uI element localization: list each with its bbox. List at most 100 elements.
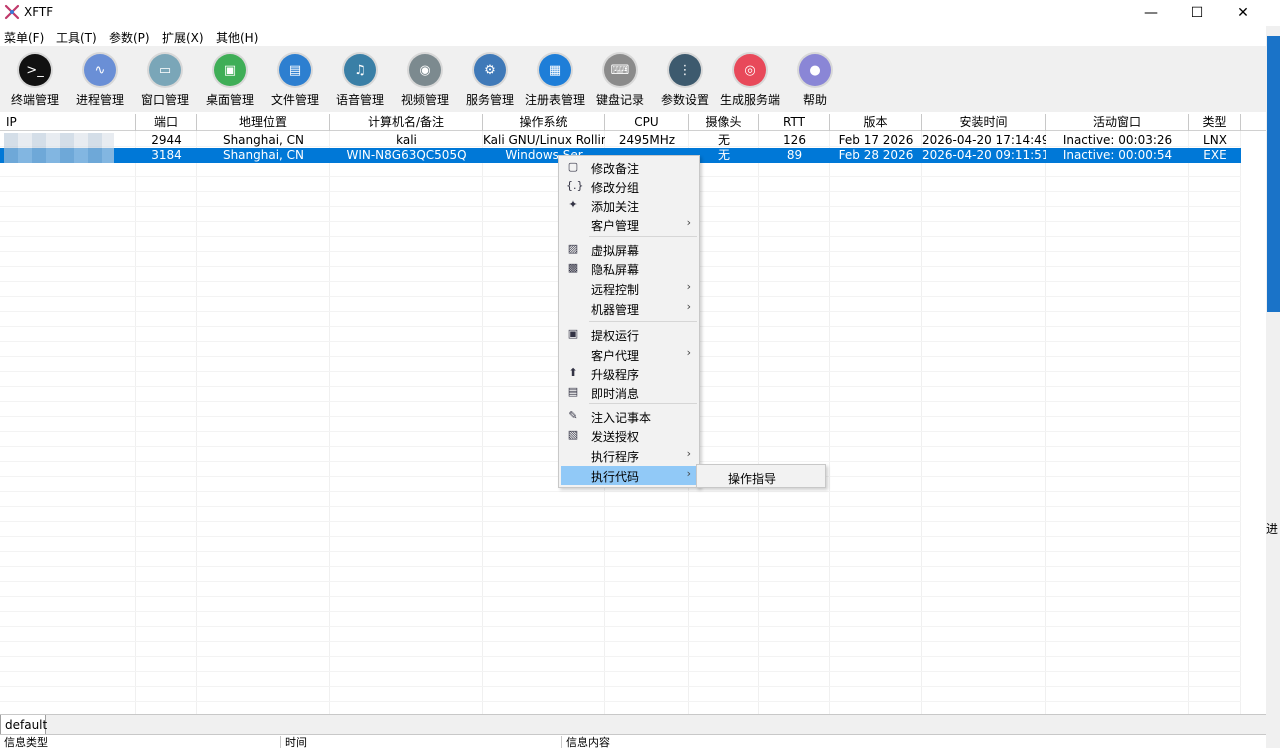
toolbar-button-0[interactable]: >_ 终端管理 bbox=[2, 46, 68, 112]
context-menu-item[interactable]: 客户代理 › bbox=[561, 345, 699, 364]
grid-line bbox=[0, 641, 1241, 642]
cell-name: WIN-N8G63QC505Q bbox=[346, 148, 467, 162]
context-menu-label: 添加关注 bbox=[591, 200, 640, 214]
context-menu-item[interactable]: ▨ 虚拟屏幕 bbox=[561, 240, 699, 259]
toolbar-button-11[interactable]: ◎ 生成服务端 bbox=[717, 46, 783, 112]
context-menu-label: 提权运行 bbox=[591, 329, 640, 343]
toolbar-button-2[interactable]: ▭ 窗口管理 bbox=[132, 46, 198, 112]
grid-line bbox=[0, 581, 1241, 582]
tab-default[interactable]: default bbox=[0, 715, 47, 735]
context-menu-label: 修改备注 bbox=[591, 162, 640, 176]
toolbar-button-3[interactable]: ▣ 桌面管理 bbox=[197, 46, 263, 112]
status-col-content[interactable]: 信息内容 bbox=[561, 736, 610, 748]
header-col-install[interactable]: 安装时间 bbox=[922, 114, 1046, 131]
context-menu-label: 虚拟屏幕 bbox=[591, 244, 640, 258]
header-col-cpu[interactable]: CPU bbox=[605, 114, 689, 131]
privacy-screen-icon: ▩ bbox=[567, 261, 579, 274]
toolbar-icon-11: ◎ bbox=[734, 54, 766, 86]
grid-line bbox=[0, 611, 1241, 612]
context-menu-label: 升级程序 bbox=[591, 368, 640, 382]
menu-params[interactable]: 参数(P) bbox=[109, 29, 150, 46]
toolbar: >_ 终端管理 ∿ 进程管理 ▭ 窗口管理 ▣ 桌面管理 ▤ 文件管理 ♫ 语音管理 ◉ 视频管理 ⚙ 服务管… bbox=[0, 46, 1266, 112]
star-icon: ✦ bbox=[568, 198, 578, 211]
menu-tools[interactable]: 工具(T) bbox=[56, 29, 97, 46]
header-col-os[interactable]: 操作系统 bbox=[483, 114, 605, 131]
header-col-type[interactable]: 类型 bbox=[1189, 114, 1241, 131]
grid-line bbox=[0, 536, 1241, 537]
header-col-ver[interactable]: 版本 bbox=[830, 114, 922, 131]
cell-cam: 无 bbox=[717, 133, 730, 147]
submenu-arrow-icon: › bbox=[686, 346, 691, 359]
submenu-item-guide[interactable]: 操作指导 bbox=[728, 470, 776, 487]
cell-type: EXE bbox=[1203, 148, 1227, 162]
context-menu-item[interactable]: 远程控制 › bbox=[561, 279, 699, 298]
toolbar-icon-9: ⌨ bbox=[604, 54, 636, 86]
grid-line bbox=[0, 626, 1241, 627]
header-col-rtt[interactable]: RTT bbox=[759, 114, 830, 131]
status-col-time[interactable]: 时间 bbox=[280, 736, 307, 748]
status-bar: 信息类型 时间 信息内容 bbox=[0, 734, 1266, 748]
header-col-ip[interactable]: IP bbox=[0, 114, 136, 131]
toolbar-icon-3: ▣ bbox=[214, 54, 246, 86]
context-menu-item[interactable]: ✎ 注入记事本 bbox=[561, 407, 699, 426]
inject-icon: ✎ bbox=[568, 409, 578, 422]
header-col-cam[interactable]: 摄像头 bbox=[689, 114, 759, 131]
cell-rtt: 89 bbox=[786, 148, 803, 162]
toolbar-button-9[interactable]: ⌨ 键盘记录 bbox=[587, 46, 653, 112]
close-button[interactable]: ✕ bbox=[1220, 0, 1266, 26]
toolbar-icon-12: ● bbox=[799, 54, 831, 86]
menu-file[interactable]: 菜单(F) bbox=[4, 29, 44, 46]
context-menu-item[interactable]: {.} 修改分组 bbox=[561, 177, 699, 196]
grid-line bbox=[0, 521, 1241, 522]
context-menu-item[interactable]: 机器管理 › bbox=[561, 299, 699, 318]
toolbar-button-12[interactable]: ● 帮助 bbox=[782, 46, 848, 112]
grid-line bbox=[0, 506, 1241, 507]
header-col-port[interactable]: 端口 bbox=[136, 114, 197, 131]
context-menu-item[interactable]: 执行代码 › bbox=[561, 466, 699, 485]
toolbar-label: 桌面管理 bbox=[205, 93, 254, 107]
cell-name: kali bbox=[396, 133, 417, 147]
header-col-name[interactable]: 计算机名/备注 bbox=[330, 114, 483, 131]
context-menu-item[interactable]: ✦ 添加关注 bbox=[561, 196, 699, 215]
toolbar-button-6[interactable]: ◉ 视频管理 bbox=[392, 46, 458, 112]
context-menu-item[interactable]: 客户管理 › bbox=[561, 215, 699, 234]
toolbar-button-8[interactable]: ▦ 注册表管理 bbox=[522, 46, 588, 112]
toolbar-button-5[interactable]: ♫ 语音管理 bbox=[327, 46, 393, 112]
context-menu-label: 执行代码 bbox=[591, 470, 640, 484]
toolbar-label: 语音管理 bbox=[335, 93, 384, 107]
status-col-type[interactable]: 信息类型 bbox=[0, 736, 48, 748]
context-menu-item[interactable]: ▧ 发送授权 bbox=[561, 426, 699, 445]
context-menu-label: 远程控制 bbox=[591, 283, 640, 297]
toolbar-label: 生成服务端 bbox=[719, 93, 780, 107]
menu-separator bbox=[589, 236, 697, 237]
scrollbar-thumb[interactable] bbox=[1267, 36, 1280, 312]
toolbar-button-7[interactable]: ⚙ 服务管理 bbox=[457, 46, 523, 112]
menu-other[interactable]: 其他(H) bbox=[216, 29, 258, 46]
cell-os: Kali GNU/Linux Rolling bbox=[483, 133, 605, 147]
toolbar-button-10[interactable]: ⋮ 参数设置 bbox=[652, 46, 718, 112]
cell-ver: Feb 17 2026 bbox=[838, 133, 914, 147]
table-row[interactable]: 2944 Shanghai, CN kali Kali GNU/Linux Rolli… bbox=[0, 133, 1241, 148]
context-menu-item[interactable]: 执行程序 › bbox=[561, 446, 699, 465]
context-menu-item[interactable]: ⬆ 升级程序 bbox=[561, 364, 699, 383]
toolbar-icon-5: ♫ bbox=[344, 54, 376, 86]
context-menu-item[interactable]: ▢ 修改备注 bbox=[561, 158, 699, 177]
cell-active: Inactive: 00:00:54 bbox=[1062, 148, 1173, 162]
toolbar-button-1[interactable]: ∿ 进程管理 bbox=[67, 46, 133, 112]
header-col-active[interactable]: 活动窗口 bbox=[1046, 114, 1189, 131]
cell-ver: Feb 28 2026 bbox=[838, 148, 914, 162]
vertical-scrollbar[interactable] bbox=[1266, 26, 1280, 748]
context-menu-item[interactable]: ▤ 即时消息 bbox=[561, 383, 699, 402]
cell-port: 2944 bbox=[151, 133, 182, 147]
toolbar-button-4[interactable]: ▤ 文件管理 bbox=[262, 46, 328, 112]
context-menu-label: 注入记事本 bbox=[591, 411, 652, 425]
toolbar-label: 视频管理 bbox=[400, 93, 449, 107]
header-col-geo[interactable]: 地理位置 bbox=[197, 114, 330, 131]
context-menu-item[interactable]: ▣ 提权运行 bbox=[561, 325, 699, 344]
minimize-button[interactable]: — bbox=[1128, 0, 1174, 26]
redacted-ip bbox=[4, 148, 114, 163]
menu-extend[interactable]: 扩展(X) bbox=[162, 29, 204, 46]
context-menu-item[interactable]: ▩ 隐私屏幕 bbox=[561, 259, 699, 278]
maximize-button[interactable]: ☐ bbox=[1174, 0, 1220, 26]
toolbar-label: 注册表管理 bbox=[524, 93, 585, 107]
